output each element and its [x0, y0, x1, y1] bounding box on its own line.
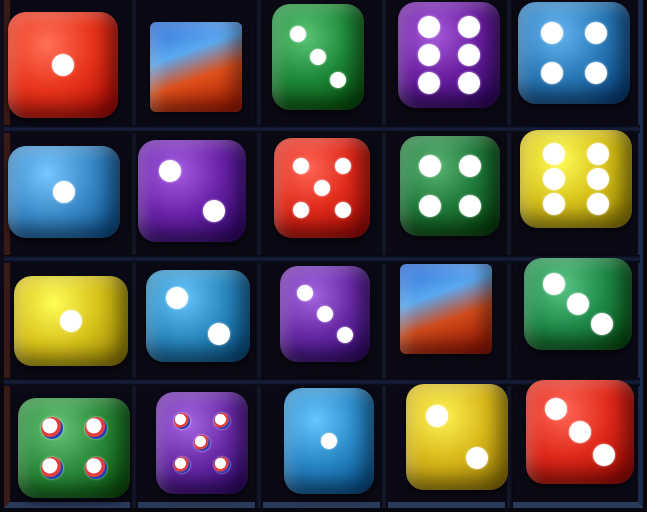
pip [52, 54, 74, 76]
pip [458, 16, 481, 39]
die-r4c4 [406, 384, 508, 490]
pip [330, 72, 347, 89]
pip [289, 25, 306, 42]
pip [425, 404, 448, 427]
pip [214, 412, 231, 429]
tray-divider [130, 0, 138, 508]
pip [585, 62, 608, 85]
pip [540, 21, 563, 44]
pip [159, 159, 182, 182]
pip [207, 323, 230, 346]
pip [458, 71, 481, 94]
die-r4c2 [156, 392, 248, 494]
pip [587, 193, 610, 216]
pip [335, 202, 352, 218]
pip [317, 306, 333, 322]
pip [173, 412, 190, 429]
pip [53, 181, 75, 203]
pip [543, 272, 566, 295]
die-r2c4 [400, 136, 500, 236]
pip [419, 195, 441, 217]
pip [466, 447, 489, 470]
pip [592, 443, 615, 466]
pip [542, 193, 565, 216]
pip [458, 44, 481, 66]
pip [459, 195, 481, 217]
die-r4c1 [18, 398, 130, 498]
die-r2c3 [274, 138, 370, 238]
tray-divider [255, 0, 263, 508]
pip [310, 49, 326, 65]
pip [321, 433, 337, 449]
pip [585, 21, 608, 44]
pip [297, 284, 314, 301]
pip [194, 435, 210, 451]
pip [459, 155, 481, 177]
pip [542, 142, 565, 165]
pip [417, 44, 440, 66]
pip [173, 457, 190, 474]
pip [542, 168, 565, 190]
pip [292, 158, 309, 174]
pip [419, 155, 441, 177]
die-r3c4 [400, 264, 492, 354]
pip [587, 168, 610, 190]
die-r4c5 [526, 380, 634, 484]
pip [202, 200, 225, 223]
pip [166, 286, 189, 309]
die-r3c5 [524, 258, 632, 350]
dice-tray-photo [0, 0, 647, 512]
pip [336, 327, 353, 344]
die-r1c4 [398, 2, 500, 108]
pip [335, 158, 352, 174]
pip [417, 16, 440, 39]
pip [417, 71, 440, 94]
tray-divider [380, 0, 388, 508]
die-r2c1 [8, 146, 120, 238]
pip [590, 313, 613, 336]
pip [545, 398, 568, 421]
pip [292, 202, 309, 218]
die-r3c2 [146, 270, 250, 362]
pip [214, 457, 231, 474]
pip [569, 421, 591, 443]
die-r4c3 [284, 388, 374, 494]
die-r1c5 [518, 2, 630, 104]
pip [314, 180, 330, 196]
die-r1c1 [8, 12, 118, 118]
die-r2c2 [138, 140, 246, 242]
die-r2c5 [520, 130, 632, 228]
die-r1c3 [272, 4, 364, 110]
pip [567, 293, 589, 315]
die-r3c1 [14, 276, 128, 366]
die-r1c2 [150, 22, 242, 112]
pip [85, 457, 108, 479]
pip [587, 142, 610, 165]
pip [85, 417, 108, 439]
die-r3c3 [280, 266, 370, 362]
pip [40, 417, 63, 439]
pip [40, 457, 63, 479]
pip [540, 62, 563, 85]
pip [60, 310, 82, 332]
